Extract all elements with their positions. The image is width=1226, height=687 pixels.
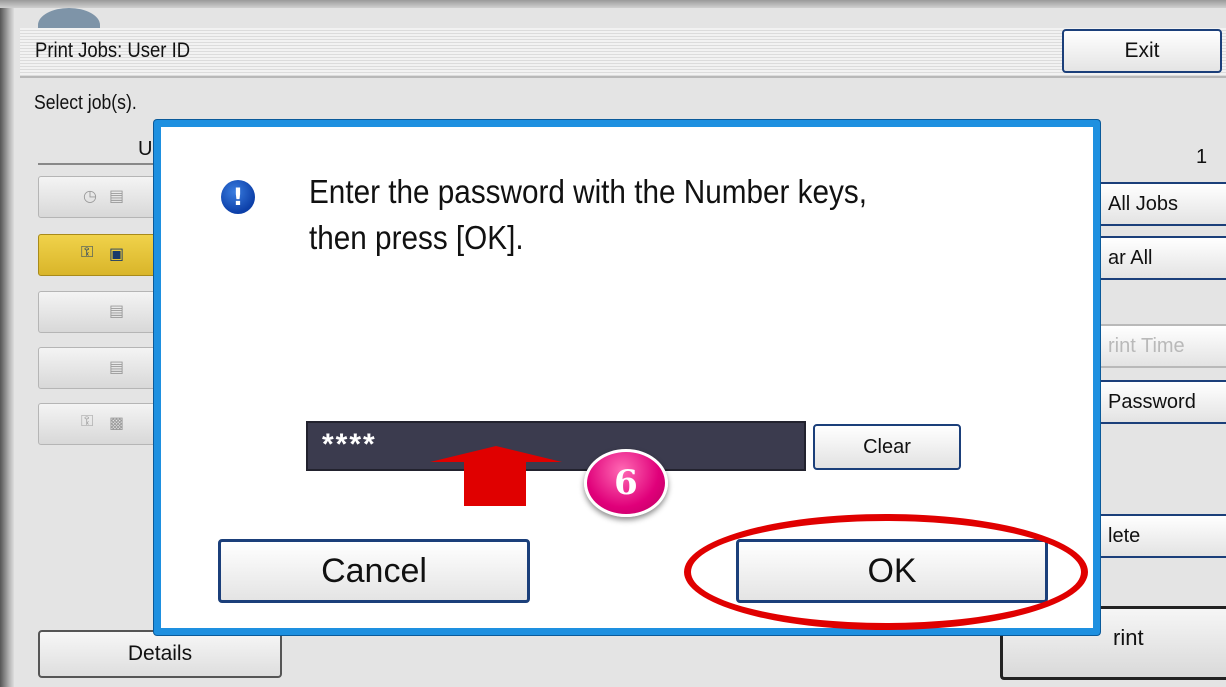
dialog-message-line2: then press [OK]. <box>309 219 524 256</box>
page-number: 1 <box>1196 146 1208 168</box>
select-jobs-label: Select job(s). <box>34 92 137 114</box>
job-row[interactable]: ⚿ ▩ <box>38 403 156 445</box>
job-row[interactable]: ◷ ▤ <box>38 176 156 218</box>
clear-all-button[interactable]: ar All <box>1096 236 1226 280</box>
clock-icon: ◷ <box>83 188 97 205</box>
column-header: U <box>138 138 153 160</box>
screen-bezel-top <box>0 0 1226 8</box>
title-bar: Print Jobs: User ID <box>20 28 1226 78</box>
exclamation-icon: ! <box>221 180 255 214</box>
job-row[interactable]: ▤ <box>38 291 156 333</box>
key-icon: ⚿ <box>81 413 94 430</box>
document-icon: ▤ <box>109 188 125 205</box>
dialog-message: Enter the password with the Number keys,… <box>309 169 993 261</box>
screen-bezel-left <box>0 0 14 687</box>
document-icon: ▣ <box>109 246 125 263</box>
document-icon: ▤ <box>109 303 125 320</box>
details-button[interactable]: Details <box>38 630 282 678</box>
exit-button[interactable]: Exit <box>1062 29 1222 73</box>
print-time-button[interactable]: rint Time <box>1096 324 1226 368</box>
password-button[interactable]: Password <box>1096 380 1226 424</box>
all-jobs-button[interactable]: All Jobs <box>1096 182 1226 226</box>
delete-button[interactable]: lete <box>1096 514 1226 558</box>
header-divider <box>38 163 158 165</box>
job-row[interactable]: ▤ <box>38 347 156 389</box>
red-arrow-up-icon <box>430 446 562 506</box>
dialog-message-line1: Enter the password with the Number keys, <box>309 173 867 210</box>
job-row-selected[interactable]: ⚿ ▣ <box>38 234 156 276</box>
step-number-badge: 6 <box>584 449 668 517</box>
page-title: Print Jobs: User ID <box>35 39 191 62</box>
cancel-button[interactable]: Cancel <box>218 539 530 603</box>
document-icon: ▤ <box>109 359 125 376</box>
lock-icon: ▩ <box>109 415 125 432</box>
ok-highlight-ring <box>684 514 1088 630</box>
key-icon: ⚿ <box>81 244 94 261</box>
clear-button[interactable]: Clear <box>813 424 961 470</box>
